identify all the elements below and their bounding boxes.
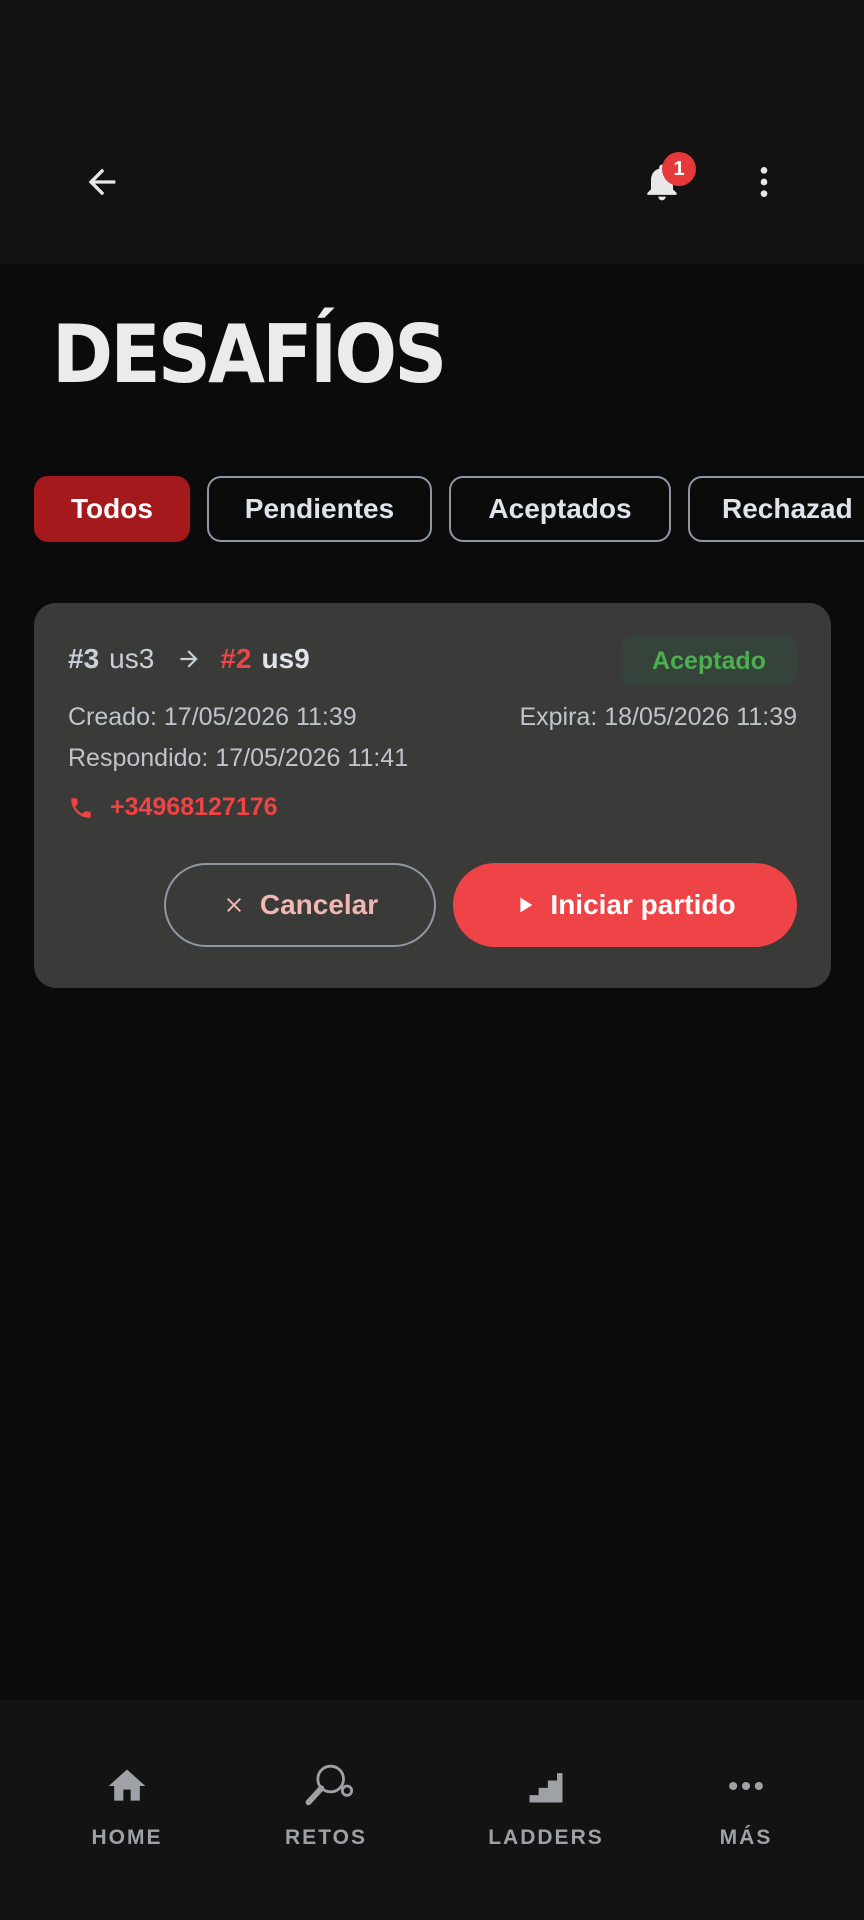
cancel-button[interactable]: Cancelar xyxy=(164,863,436,947)
nav-item-mas[interactable]: MÁS xyxy=(666,1762,826,1862)
app-screen: 1 DESAFÍOS Todos Pendientes Aceptados Re… xyxy=(0,0,864,1920)
status-badge: Aceptado xyxy=(621,636,797,686)
close-icon xyxy=(222,893,246,917)
stairs-icon xyxy=(524,1762,568,1810)
notification-badge: 1 xyxy=(662,152,696,186)
challenged-name: us9 xyxy=(261,643,310,674)
start-match-label: Iniciar partido xyxy=(550,889,736,920)
challenger-name: us3 xyxy=(109,643,155,674)
filter-chip-rechazados[interactable]: Rechazad xyxy=(688,476,864,542)
challenge-players: #3 us3 #2 us9 xyxy=(68,643,310,675)
challenger-rank: #3 xyxy=(68,643,100,674)
challenged-rank: #2 xyxy=(220,643,252,674)
nav-label-ladders: LADDERS xyxy=(488,1826,604,1849)
back-button[interactable] xyxy=(70,150,134,214)
nav-label-retos: RETOS xyxy=(285,1826,367,1849)
table-tennis-icon xyxy=(298,1762,354,1810)
phone-icon xyxy=(71,797,91,818)
filter-chip-aceptados[interactable]: Aceptados xyxy=(449,476,671,542)
nav-label-home: HOME xyxy=(91,1826,163,1849)
challenge-card[interactable]: #3 us3 #2 us9 Aceptado Creado: 17/05/202… xyxy=(34,603,831,988)
phone-number: +34968127176 xyxy=(110,793,278,821)
more-horizontal-icon xyxy=(724,1762,768,1810)
more-vertical-icon xyxy=(760,167,768,197)
nav-item-home[interactable]: HOME xyxy=(47,1762,207,1862)
arrow-left-icon xyxy=(88,168,116,196)
bottom-navigation: HOME RETOS LADDERS MÁS xyxy=(0,1700,864,1920)
filter-chip-todos[interactable]: Todos xyxy=(34,476,190,542)
play-icon xyxy=(514,894,536,916)
home-icon xyxy=(105,1762,149,1810)
more-options-button[interactable] xyxy=(732,150,796,214)
responded-date: Respondido: 17/05/2026 11:41 xyxy=(68,744,409,772)
nav-item-retos[interactable]: RETOS xyxy=(246,1762,406,1862)
page-title: DESAFÍOS xyxy=(52,308,447,401)
expires-date: Expira: 18/05/2026 11:39 xyxy=(519,703,797,731)
start-match-button[interactable]: Iniciar partido xyxy=(453,863,797,947)
filter-chip-pendientes[interactable]: Pendientes xyxy=(207,476,432,542)
created-date: Creado: 17/05/2026 11:39 xyxy=(68,703,357,731)
phone-link[interactable]: +34968127176 xyxy=(68,793,278,822)
nav-item-ladders[interactable]: LADDERS xyxy=(466,1762,626,1862)
nav-label-mas: MÁS xyxy=(719,1826,773,1849)
cancel-button-label: Cancelar xyxy=(259,889,379,920)
filter-tabs: Todos Pendientes Aceptados Rechazad xyxy=(34,476,864,542)
top-app-bar: 1 xyxy=(0,0,864,264)
arrow-right-icon xyxy=(176,646,202,672)
